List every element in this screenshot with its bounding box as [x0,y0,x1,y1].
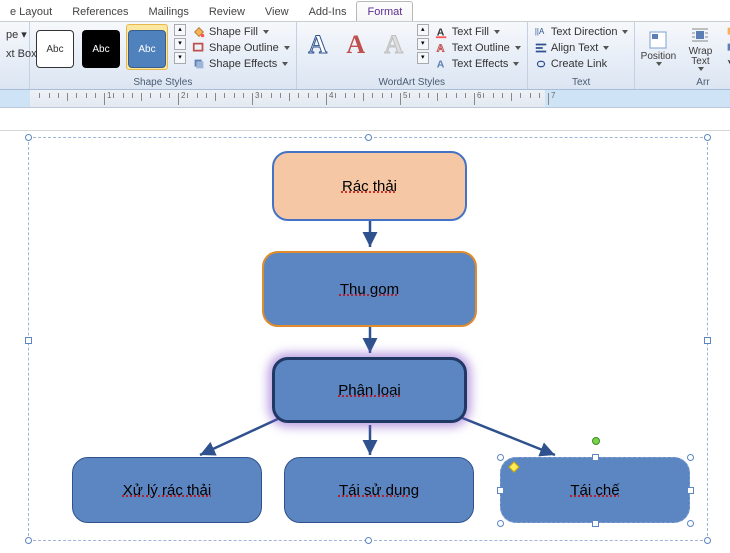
text-direction-button[interactable]: ||AText Direction [532,24,631,40]
node-rac-thai[interactable]: Rác thải [272,151,467,221]
tab-mailings[interactable]: Mailings [138,2,198,21]
rotate-handle[interactable] [592,437,600,445]
wrap-icon [690,25,710,45]
bucket-icon [192,25,206,39]
text-outline-button[interactable]: AText Outline [433,40,523,56]
text-fill-icon: A [435,25,449,39]
wordart-style-3[interactable]: A [377,28,411,62]
tab-view[interactable]: View [255,2,299,21]
node-phan-loai[interactable]: Phân loại [272,357,467,423]
horizontal-ruler[interactable]: 1234567 [0,90,730,108]
shape-fill-button[interactable]: Shape Fill [190,24,292,40]
selection-icon [725,57,730,71]
shape-style-1[interactable]: Abc [34,24,76,70]
wa-gallery-down[interactable]: ▾ [417,38,429,50]
wordart-style-1[interactable]: A [301,28,335,62]
node-thu-gom[interactable]: Thu gom [262,251,477,327]
text-outline-icon: A [435,41,449,55]
send-icon [725,41,730,55]
selection-pane-button[interactable]: Sele [723,56,730,72]
group-label-shape-styles: Shape Styles [34,76,292,89]
ribbon-tabs: e Layout References Mailings Review View… [0,0,730,22]
page[interactable]: Rác thải Thu gom Phân loại Xử lý rác thả… [0,130,730,550]
tab-references[interactable]: References [62,2,138,21]
effects-icon [192,57,206,71]
group-label-arrange: Arr [639,76,730,89]
tab-format[interactable]: Format [356,1,413,21]
text-fill-button[interactable]: AText Fill [433,24,523,40]
group-label-wordart: WordArt Styles [301,76,523,89]
tab-review[interactable]: Review [199,2,255,21]
bring-icon [725,25,730,39]
svg-text:A: A [436,59,444,71]
wordart-style-2[interactable]: A [339,28,373,62]
document-area[interactable]: Rác thải Thu gom Phân loại Xử lý rác thả… [0,108,730,553]
svg-text:||A: ||A [535,27,545,36]
text-effects-icon: A [435,57,449,71]
send-backward-button[interactable]: Sen [723,40,730,56]
node-xu-ly[interactable]: Xử lý rác thải [72,457,262,523]
wrap-text-button[interactable]: Wrap Text [681,24,719,72]
wa-gallery-more[interactable]: ▾ [417,52,429,64]
shape-outline-button[interactable]: Shape Outline [190,40,292,56]
gallery-more-icon[interactable]: ▾ [174,52,186,64]
shape-style-3[interactable]: Abc [126,24,168,70]
create-link-button[interactable]: Create Link [532,56,631,72]
align-icon [534,41,548,55]
shape-effects-button[interactable]: Shape Effects [190,56,292,72]
shape-style-2[interactable]: Abc [80,24,122,70]
gallery-up-icon[interactable]: ▴ [174,24,186,36]
text-effects-button[interactable]: AText Effects [433,56,523,72]
pencil-icon [192,41,206,55]
wa-gallery-up[interactable]: ▴ [417,24,429,36]
gallery-down-icon[interactable]: ▾ [174,38,186,50]
direction-icon: ||A [534,25,548,39]
group-label-text: Text [532,76,631,89]
node-tai-che[interactable]: Tái chế [500,457,690,523]
shape-dropdown[interactable]: pe ▾ [4,26,29,42]
node-tai-su-dung[interactable]: Tái sử dụng [284,457,474,523]
link-icon [534,57,548,71]
align-text-button[interactable]: Align Text [532,40,631,56]
bring-forward-button[interactable]: Brin [723,24,730,40]
position-icon [648,30,668,50]
tab-addins[interactable]: Add-Ins [299,2,357,21]
tab-layout[interactable]: e Layout [0,2,62,21]
position-button[interactable]: Position [639,24,677,72]
ribbon: pe ▾ xt Box Abc Abc Abc ▴ ▾ ▾ Shape Fill… [0,22,730,90]
svg-text:A: A [436,43,444,55]
